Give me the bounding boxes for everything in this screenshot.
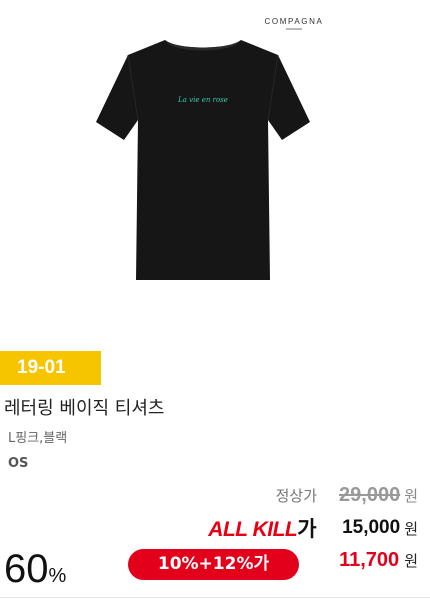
currency-label: 원 bbox=[404, 487, 418, 505]
coupon-badge: 10%+12%가 bbox=[128, 549, 299, 580]
tshirt-image: La vie en rose bbox=[96, 40, 310, 280]
product-image[interactable]: COMPAGNA La vie en rose bbox=[0, 0, 430, 340]
divider bbox=[0, 597, 430, 598]
final-price: 11,700 bbox=[339, 549, 400, 571]
currency-label: 원 bbox=[404, 519, 418, 538]
regular-price-row: 정상가 29,000 원 bbox=[276, 484, 418, 507]
allkill-price-row: ALL KILL가 15,000 원 bbox=[208, 513, 418, 543]
allkill-logo: ALL KILL가 bbox=[208, 518, 317, 541]
regular-price-label: 정상가 bbox=[275, 487, 318, 505]
allkill-price: 15,000 bbox=[342, 517, 401, 538]
brand-logo: COMPAGNA bbox=[262, 17, 326, 30]
product-color: L핑크,블랙 bbox=[8, 431, 68, 446]
regular-price: 29,000 bbox=[339, 484, 401, 506]
product-size: OS bbox=[8, 456, 29, 471]
final-price-row: 11,700 원 bbox=[339, 549, 418, 572]
shirt-print-text: La vie en rose bbox=[177, 96, 228, 104]
brand-name: COMPAGNA bbox=[264, 17, 324, 26]
currency-label: 원 bbox=[404, 552, 418, 570]
product-name[interactable]: 레터링 베이직 티셔츠 bbox=[4, 394, 164, 420]
discount-rate: 60% bbox=[4, 547, 67, 591]
product-code-badge: 19-01 bbox=[0, 351, 101, 385]
